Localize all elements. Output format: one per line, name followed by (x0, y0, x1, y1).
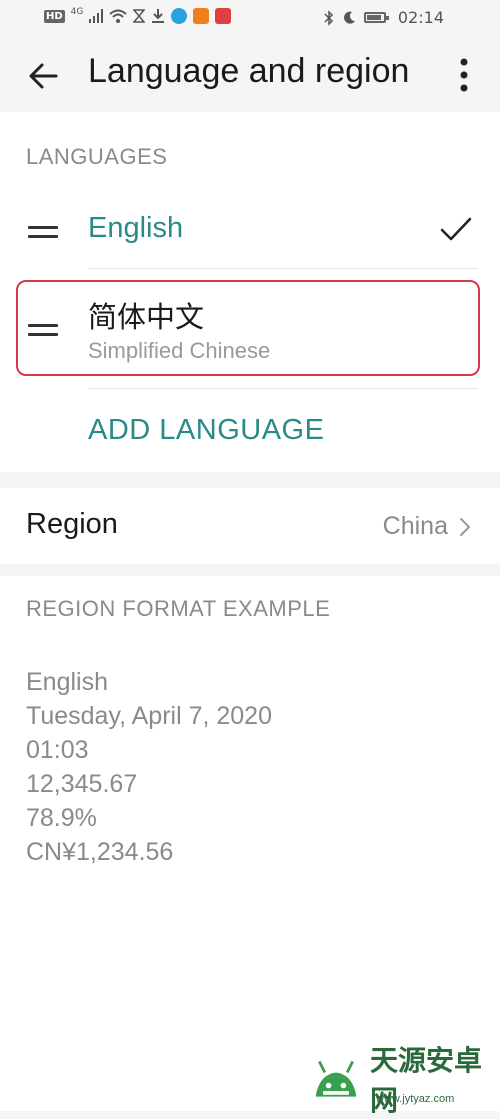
language-sublabel: Simplified Chinese (88, 338, 271, 363)
app-bar: Language and region (0, 36, 500, 112)
status-bar: HD 4G 02:14 (0, 0, 500, 36)
more-options-icon[interactable] (452, 56, 476, 96)
divider (88, 388, 478, 389)
format-example-header: REGION FORMAT EXAMPLE (26, 596, 331, 621)
format-example-number: 12,345.67 (26, 770, 138, 798)
do-not-disturb-moon-icon (343, 11, 355, 24)
drag-handle-icon[interactable] (28, 324, 58, 338)
format-example-percent: 78.9% (26, 804, 97, 832)
language-item-simplified-chinese[interactable]: 简体中文 Simplified Chinese (0, 288, 500, 372)
battery-icon (363, 12, 389, 23)
chevron-right-icon (460, 518, 470, 536)
download-icon (152, 9, 165, 23)
hd-badge: HD (44, 9, 65, 23)
format-example-date: Tuesday, April 7, 2020 (26, 702, 272, 730)
region-label: Region (26, 508, 118, 540)
checkmark-icon (440, 217, 472, 241)
format-example-language: English (26, 668, 108, 696)
hourglass-icon (133, 9, 146, 23)
drag-handle-icon[interactable] (28, 226, 58, 240)
bluetooth-icon (324, 9, 333, 26)
languages-section-header: LANGUAGES (26, 144, 168, 169)
language-item-english[interactable]: English (0, 204, 500, 274)
app-notification-icon-red (215, 8, 232, 24)
app-notification-icon-blue (171, 8, 188, 24)
app-notification-icon-orange (193, 8, 210, 24)
watermark-url: www.jytyaz.com (376, 1093, 455, 1105)
language-label: English (88, 212, 184, 244)
format-example-time: 01:03 (26, 736, 89, 764)
clock: 02:14 (397, 8, 444, 27)
region-format-example-card: REGION FORMAT EXAMPLE English Tuesday, A… (0, 576, 500, 1111)
network-type: 4G (70, 7, 84, 17)
back-arrow-icon[interactable] (26, 58, 62, 94)
language-label: 简体中文 (88, 300, 205, 334)
divider (88, 268, 478, 269)
region-row[interactable]: Region China (0, 488, 500, 564)
watermark-text: 天源安卓网 (370, 1044, 483, 1117)
page-title: Language and region (88, 52, 410, 90)
add-language-button[interactable]: ADD LANGUAGE (88, 414, 324, 447)
android-logo-icon (315, 1060, 357, 1097)
region-value: China (382, 512, 448, 540)
signal-icon (89, 9, 104, 23)
format-example-currency: CN¥1,234.56 (26, 838, 174, 866)
status-icons-right: 02:14 (324, 8, 444, 27)
status-icons-left: HD 4G (44, 7, 232, 24)
languages-card: LANGUAGES English 简体中文 Simplified Chines… (0, 112, 500, 472)
wifi-icon (109, 9, 128, 23)
